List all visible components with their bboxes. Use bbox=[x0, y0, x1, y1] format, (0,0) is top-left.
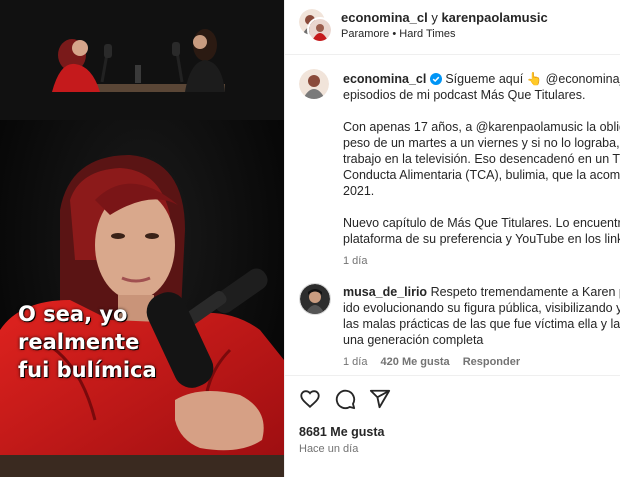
caption-line-8 bbox=[343, 199, 620, 215]
post-media[interactable]: O sea, yo realmente fui bulímica bbox=[0, 0, 284, 477]
comment-likes[interactable]: 420 Me gusta bbox=[381, 356, 450, 368]
header-user-2[interactable]: karenpaolamusic bbox=[441, 10, 547, 25]
caption-line-7: 2021. bbox=[343, 184, 375, 198]
caption-line-0: Sígueme aquí 👆 @economina_cl bbox=[445, 72, 620, 86]
post-details-panel: economina_cl y karenpaolamusic Paramore … bbox=[284, 0, 620, 477]
caption-block: economina_cl Sígueme aquí 👆 @economina_c… bbox=[343, 71, 620, 267]
caption-avatar[interactable] bbox=[299, 69, 329, 99]
caption-time[interactable]: 1 día bbox=[343, 255, 620, 267]
heart-icon[interactable] bbox=[299, 388, 321, 410]
comment-line-1: ido evolucionando su figura pública, vis… bbox=[343, 301, 620, 315]
comment-username[interactable]: musa_de_lirio bbox=[343, 285, 427, 299]
caption-line-2 bbox=[343, 103, 620, 119]
audio-track[interactable]: Paramore • Hard Times bbox=[341, 28, 456, 40]
comment-avatar[interactable] bbox=[299, 283, 331, 315]
header-usernames: economina_cl y karenpaolamusic bbox=[341, 10, 548, 25]
caption-line-4: peso de un martes a un viernes y si no l… bbox=[343, 136, 620, 150]
comment-icon[interactable] bbox=[334, 388, 356, 410]
comment-line-2: las malas prácticas de las que fue vícti… bbox=[343, 317, 620, 331]
caption-line-1: episodios de mi podcast Más Que Titulare… bbox=[343, 88, 586, 102]
overlay-caption-line-2: realmente bbox=[18, 330, 140, 354]
header-and: y bbox=[431, 10, 438, 25]
comment-meta: 1 día 420 Me gusta Responder bbox=[343, 356, 620, 368]
video-frame bbox=[0, 0, 284, 477]
caption-username[interactable]: economina_cl bbox=[343, 72, 426, 86]
likes-count[interactable]: 8681 Me gusta bbox=[299, 424, 384, 440]
divider bbox=[285, 375, 620, 376]
verified-icon bbox=[429, 73, 442, 85]
avatar-secondary[interactable] bbox=[307, 17, 333, 43]
post-time[interactable]: Hace un día bbox=[299, 443, 358, 455]
comment-line-3: una generación completa bbox=[343, 333, 484, 347]
comment-time[interactable]: 1 día bbox=[343, 356, 367, 368]
reply-button[interactable]: Responder bbox=[463, 356, 520, 368]
comment-line-0: Respeto tremendamente a Karen por bbox=[430, 285, 620, 299]
overlay-caption-line-3: fui bulímica bbox=[18, 358, 157, 382]
header-user-1[interactable]: economina_cl bbox=[341, 10, 428, 25]
post-header: economina_cl y karenpaolamusic Paramore … bbox=[285, 0, 620, 55]
caption-line-3: Con apenas 17 años, a @karenpaolamusic l… bbox=[343, 120, 620, 134]
comment-block: musa_de_lirio Respeto tremendamente a Ka… bbox=[343, 284, 620, 368]
overlay-caption-line-1: O sea, yo bbox=[18, 302, 128, 326]
caption-line-10: plataforma de su preferencia y YouTube e… bbox=[343, 232, 620, 246]
share-icon[interactable] bbox=[369, 388, 391, 410]
caption-line-5: trabajo en la televisión. Eso desencaden… bbox=[343, 152, 620, 166]
caption-line-6: Conducta Alimentaria (TCA), bulimia, que… bbox=[343, 168, 620, 182]
caption-line-9: Nuevo capítulo de Más Que Titulares. Lo … bbox=[343, 216, 620, 230]
